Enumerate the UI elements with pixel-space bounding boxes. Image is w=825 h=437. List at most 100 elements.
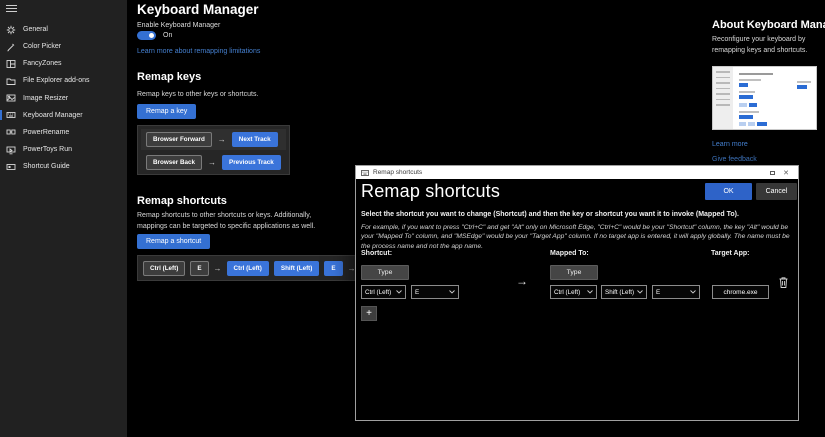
arrow-right-icon: → [218, 135, 226, 144]
key-mappings-panel: Browser Forward → Next Track Browser Bac… [137, 125, 290, 175]
gear-icon [6, 25, 16, 35]
maximize-button[interactable] [765, 167, 779, 178]
remap-shortcuts-heading: Remap shortcuts [137, 195, 227, 207]
shortcut-key-dropdown-2[interactable]: E [411, 285, 459, 299]
mapped-type-button[interactable]: Type [550, 265, 598, 280]
launch-icon [6, 145, 16, 155]
remap-shortcuts-dialog: Remap shortcuts ✕ Remap shortcuts OK Can… [355, 165, 799, 421]
mapped-shortcut-key: E [324, 261, 342, 276]
ok-button[interactable]: OK [705, 183, 752, 200]
dialog-example-text: For example, if you want to press "Ctrl+… [361, 223, 797, 251]
dialog-heading: Remap shortcuts [361, 181, 500, 202]
shortcut-key-dropdown-1[interactable]: Ctrl (Left) [361, 285, 406, 299]
dropdown-value: Ctrl (Left) [365, 289, 391, 296]
enable-toggle-row: On [137, 31, 172, 40]
sidebar-item-file-explorer[interactable]: File Explorer add-ons [0, 72, 127, 89]
dropdown-value: Ctrl (Left) [554, 289, 580, 296]
mapped-shortcut-key: Ctrl (Left) [227, 261, 269, 276]
sidebar-item-label: General [23, 26, 48, 33]
sidebar-item-label: PowerRename [23, 129, 69, 136]
chevron-down-icon [587, 290, 593, 294]
mapped-shortcut-key: Shift (Left) [274, 261, 319, 276]
original-shortcut-key: E [190, 261, 208, 276]
keyboard-icon [6, 110, 16, 120]
shortcut-type-button[interactable]: Type [361, 265, 409, 280]
remap-keys-description: Remap keys to other keys or shortcuts. [137, 90, 258, 101]
rename-icon [6, 127, 16, 137]
toggle-knob [149, 33, 154, 38]
cancel-button[interactable]: Cancel [756, 183, 797, 200]
key-mapping-row[interactable]: Browser Forward → Next Track [141, 129, 286, 150]
sidebar-item-label: Color Picker [23, 43, 61, 50]
chevron-down-icon [690, 290, 696, 294]
sidebar-item-label: PowerToys Run [23, 146, 72, 153]
sidebar-item-image-resizer[interactable]: Image Resizer [0, 90, 127, 107]
shortcut-column-header: Shortcut: [361, 250, 392, 257]
give-feedback-link[interactable]: Give feedback [712, 156, 757, 163]
enable-toggle[interactable] [137, 31, 156, 40]
mapped-key-dropdown-2[interactable]: Shift (Left) [601, 285, 647, 299]
layout-icon [6, 59, 16, 69]
original-shortcut-key: Ctrl (Left) [143, 261, 185, 276]
eyedropper-icon [6, 42, 16, 52]
remap-keys-heading: Remap keys [137, 71, 201, 83]
remap-a-key-button[interactable]: Remap a key [137, 104, 196, 119]
arrow-right-icon: → [516, 274, 528, 288]
sidebar-item-shortcut-guide[interactable]: Shortcut Guide [0, 158, 127, 175]
dropdown-value: E [415, 289, 419, 296]
dialog-title: Remap shortcuts [373, 169, 765, 176]
page-title: Keyboard Manager [137, 2, 259, 17]
remap-shortcuts-description: Remap shortcuts to other shortcuts or ke… [137, 211, 342, 232]
sidebar-item-label: FancyZones [23, 60, 62, 67]
arrow-right-icon: → [208, 158, 216, 167]
image-icon [6, 93, 16, 103]
mapped-key-dropdown-3[interactable]: E [652, 285, 700, 299]
about-thumbnail [712, 66, 817, 130]
dropdown-value: E [656, 289, 660, 296]
sidebar-item-powertoys-run[interactable]: PowerToys Run [0, 141, 127, 158]
trash-icon [778, 276, 789, 289]
toggle-state-label: On [163, 32, 172, 39]
sidebar-item-label: Image Resizer [23, 95, 68, 102]
sidebar-item-label: Shortcut Guide [23, 163, 70, 170]
original-key: Browser Back [146, 155, 202, 170]
key-mapping-row[interactable]: Browser Back → Previous Track [141, 152, 286, 173]
chevron-down-icon [449, 290, 455, 294]
delete-row-button[interactable] [777, 276, 790, 291]
folder-icon [6, 76, 16, 86]
mapped-key: Previous Track [222, 155, 281, 170]
mapped-key-dropdown-1[interactable]: Ctrl (Left) [550, 285, 597, 299]
about-description: Reconfigure your keyboard by remapping k… [712, 35, 818, 56]
dialog-titlebar[interactable]: Remap shortcuts ✕ [356, 166, 798, 179]
about-learn-more-link[interactable]: Learn more [712, 141, 748, 148]
mapped-key: Next Track [232, 132, 278, 147]
powertoys-settings-window: General Color Picker FancyZones File Exp… [0, 0, 825, 437]
original-key: Browser Forward [146, 132, 212, 147]
remapping-limitations-link[interactable]: Learn more about remapping limitations [137, 48, 260, 55]
arrow-right-icon: → [214, 264, 222, 273]
target-app-input[interactable] [712, 285, 769, 299]
sidebar-item-fancyzones[interactable]: FancyZones [0, 55, 127, 72]
enable-keyboard-manager-label: Enable Keyboard Manager [137, 22, 220, 29]
shortcut-icon [6, 162, 16, 172]
add-shortcut-remap-button[interactable]: + [361, 306, 377, 321]
keyboard-icon [361, 170, 369, 176]
chevron-down-icon [396, 290, 402, 294]
sidebar-item-general[interactable]: General [0, 21, 127, 38]
sidebar-item-keyboard-manager[interactable]: Keyboard Manager [0, 107, 127, 124]
about-heading: About Keyboard Manager [712, 19, 825, 31]
sidebar-item-powerrename[interactable]: PowerRename [0, 124, 127, 141]
sidebar-item-label: File Explorer add-ons [23, 77, 90, 84]
remap-a-shortcut-button[interactable]: Remap a shortcut [137, 234, 210, 249]
target-app-column-header: Target App: [711, 250, 750, 257]
sidebar: General Color Picker FancyZones File Exp… [0, 0, 127, 437]
sidebar-item-color-picker[interactable]: Color Picker [0, 38, 127, 55]
hamburger-menu-button[interactable] [6, 5, 17, 13]
mapped-to-column-header: Mapped To: [550, 250, 589, 257]
sidebar-nav: General Color Picker FancyZones File Exp… [0, 21, 127, 175]
dialog-instruction: Select the shortcut you want to change (… [361, 211, 797, 218]
sidebar-item-label: Keyboard Manager [23, 112, 83, 119]
dropdown-value: Shift (Left) [605, 289, 634, 296]
chevron-down-icon [637, 290, 643, 294]
close-button[interactable]: ✕ [779, 167, 793, 178]
